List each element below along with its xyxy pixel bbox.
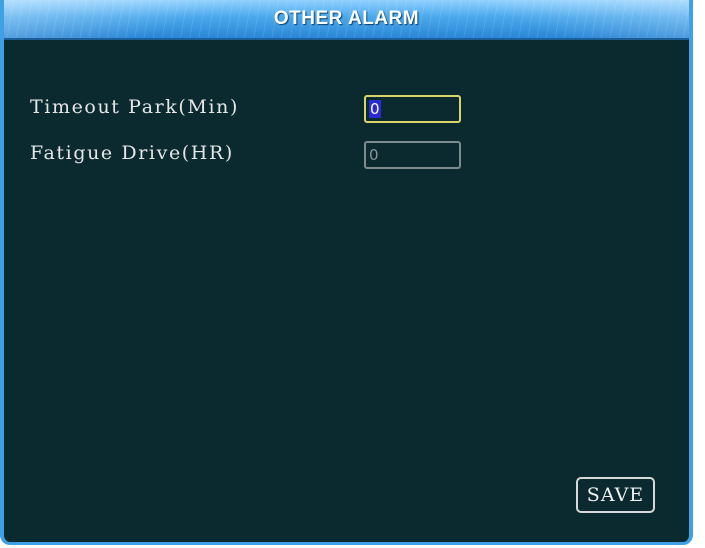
save-button[interactable]: SAVE bbox=[576, 477, 655, 513]
timeout-park-input[interactable]: 0 bbox=[364, 95, 461, 123]
fatigue-drive-input[interactable]: 0 bbox=[364, 141, 461, 169]
window-title: OTHER ALARM bbox=[273, 8, 420, 29]
fatigue-drive-label: Fatigue Drive(HR) bbox=[30, 142, 234, 164]
timeout-park-value: 0 bbox=[369, 100, 381, 118]
title-bar: OTHER ALARM bbox=[4, 0, 689, 40]
timeout-park-label: Timeout Park(Min) bbox=[30, 96, 240, 118]
other-alarm-window: OTHER ALARM Timeout Park(Min) 0 Fatigue … bbox=[0, 0, 693, 545]
fatigue-drive-value: 0 bbox=[369, 146, 379, 164]
